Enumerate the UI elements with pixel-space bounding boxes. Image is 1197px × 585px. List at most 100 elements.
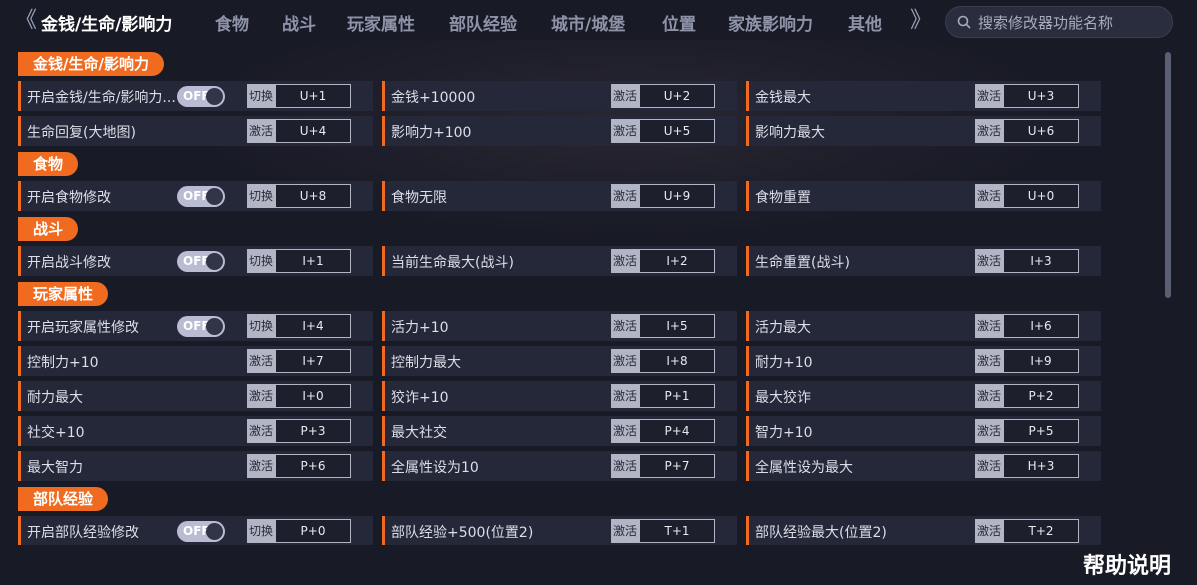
hotkey-field[interactable]: I+4	[275, 314, 351, 338]
hotkey-type-label: 切换	[247, 249, 275, 273]
hotkey-field[interactable]: P+6	[275, 454, 351, 478]
tab-position[interactable]: 位置	[662, 10, 696, 35]
hotkey-type-label: 激活	[611, 84, 639, 108]
hotkey-field[interactable]: U+4	[275, 119, 351, 143]
cheat-row: 全属性设为最大 激活 H+3	[746, 451, 1101, 481]
nav-right-arrow-icon[interactable]: 》	[905, 8, 932, 34]
toggle-knob	[206, 88, 223, 105]
search-box[interactable]	[945, 6, 1173, 38]
cheat-row: 活力+10 激活 I+5	[382, 311, 737, 341]
cheat-label: 控制力最大	[391, 355, 461, 371]
tab-family-influence[interactable]: 家族影响力	[728, 10, 813, 35]
cheat-row: 食物无限 激活 U+9	[382, 181, 737, 211]
hotkey-field[interactable]: I+8	[639, 349, 715, 373]
tab-player-attributes[interactable]: 玩家属性	[347, 10, 415, 35]
hotkey-field[interactable]: I+3	[1003, 249, 1079, 273]
cheat-label: 当前生命最大(战斗)	[391, 255, 514, 271]
toggle-switch[interactable]: OFF	[177, 521, 225, 542]
cheat-row: 金钱最大 激活 U+3	[746, 81, 1101, 111]
top-nav: 《 金钱/生命/影响力 食物 战斗 玩家属性 部队经验 城市/城堡 位置 家族影…	[0, 0, 1197, 44]
hotkey-field[interactable]: U+1	[275, 84, 351, 108]
cheat-label: 最大智力	[27, 460, 83, 476]
hotkey-type-label: 激活	[975, 314, 1003, 338]
cheat-row: 最大社交 激活 P+4	[382, 416, 737, 446]
cheat-label: 开启金钱/生命/影响力...	[27, 90, 176, 106]
hotkey-field[interactable]: T+2	[1003, 519, 1079, 543]
hotkey-type-label: 激活	[611, 249, 639, 273]
hotkey-field[interactable]: U+8	[275, 184, 351, 208]
hotkey-field[interactable]: I+2	[639, 249, 715, 273]
cheat-label: 最大社交	[391, 425, 447, 441]
hotkey-field[interactable]: P+3	[275, 419, 351, 443]
hotkey-type-label: 激活	[975, 519, 1003, 543]
cheat-row: 影响力+100 激活 U+5	[382, 116, 737, 146]
cheat-row: 耐力最大 激活 I+0	[18, 381, 373, 411]
hotkey-type-label: 激活	[975, 119, 1003, 143]
toggle-knob	[206, 188, 223, 205]
hotkey-field[interactable]: I+7	[275, 349, 351, 373]
cheat-label: 控制力+10	[27, 355, 99, 371]
hotkey-field[interactable]: H+3	[1003, 454, 1079, 478]
hotkey-field[interactable]: T+1	[639, 519, 715, 543]
hotkey-type-label: 激活	[247, 119, 275, 143]
toggle-switch[interactable]: OFF	[177, 86, 225, 107]
hotkey-type-label: 切换	[247, 519, 275, 543]
tab-troop-experience[interactable]: 部队经验	[449, 10, 517, 35]
cheat-label: 开启战斗修改	[27, 255, 111, 271]
hotkey-type-label: 切换	[247, 184, 275, 208]
hotkey-type-label: 切换	[247, 84, 275, 108]
hotkey-field[interactable]: P+0	[275, 519, 351, 543]
hotkey-type-label: 激活	[611, 519, 639, 543]
hotkey-field[interactable]: I+0	[275, 384, 351, 408]
hotkey-type-label: 激活	[611, 119, 639, 143]
tab-other[interactable]: 其他	[848, 10, 882, 35]
hotkey-field[interactable]: U+2	[639, 84, 715, 108]
cheat-row: 开启食物修改 OFF 切换 U+8	[18, 181, 373, 211]
nav-left-arrow-icon[interactable]: 《	[10, 8, 37, 34]
hotkey-field[interactable]: U+5	[639, 119, 715, 143]
hotkey-field[interactable]: I+6	[1003, 314, 1079, 338]
cheat-row: 活力最大 激活 I+6	[746, 311, 1101, 341]
cheat-row: 生命重置(战斗) 激活 I+3	[746, 246, 1101, 276]
tab-city-castle[interactable]: 城市/城堡	[551, 10, 625, 35]
cheat-row: 部队经验最大(位置2) 激活 T+2	[746, 516, 1101, 545]
tab-combat[interactable]: 战斗	[282, 10, 316, 35]
toggle-switch[interactable]: OFF	[177, 186, 225, 207]
hotkey-field[interactable]: I+1	[275, 249, 351, 273]
hotkey-field[interactable]: P+1	[639, 384, 715, 408]
hotkey-type-label: 激活	[611, 184, 639, 208]
hotkey-type-label: 激活	[247, 419, 275, 443]
help-button[interactable]: 帮助说明	[1083, 548, 1171, 580]
cheat-row: 控制力最大 激活 I+8	[382, 346, 737, 376]
search-icon	[957, 15, 971, 29]
hotkey-field[interactable]: I+9	[1003, 349, 1079, 373]
cheat-row: 社交+10 激活 P+3	[18, 416, 373, 446]
hotkey-type-label: 激活	[611, 314, 639, 338]
hotkey-field[interactable]: U+3	[1003, 84, 1079, 108]
cheat-label: 部队经验最大(位置2)	[755, 525, 887, 541]
tab-money-life-influence[interactable]: 金钱/生命/影响力	[41, 10, 172, 35]
cheat-label: 耐力+10	[755, 355, 813, 371]
toggle-switch[interactable]: OFF	[177, 316, 225, 337]
cheat-row: 控制力+10 激活 I+7	[18, 346, 373, 376]
cheat-list: 金钱/生命/影响力 开启金钱/生命/影响力... OFF 切换 U+1 金钱+10000 激…	[18, 50, 1158, 545]
search-input[interactable]	[978, 12, 1163, 34]
hotkey-field[interactable]: P+5	[1003, 419, 1079, 443]
hotkey-field[interactable]: P+4	[639, 419, 715, 443]
hotkey-field[interactable]: I+5	[639, 314, 715, 338]
scrollbar[interactable]	[1165, 52, 1171, 298]
hotkey-field[interactable]: P+7	[639, 454, 715, 478]
hotkey-field[interactable]: U+9	[639, 184, 715, 208]
cheat-label: 社交+10	[27, 425, 85, 441]
hotkey-field[interactable]: U+6	[1003, 119, 1079, 143]
cheat-label: 食物重置	[755, 190, 811, 206]
hotkey-field[interactable]: U+0	[1003, 184, 1079, 208]
hotkey-field[interactable]: P+2	[1003, 384, 1079, 408]
hotkey-type-label: 激活	[611, 349, 639, 373]
cheat-row: 全属性设为10 激活 P+7	[382, 451, 737, 481]
cheat-row: 食物重置 激活 U+0	[746, 181, 1101, 211]
tab-food[interactable]: 食物	[215, 10, 249, 35]
toggle-switch[interactable]: OFF	[177, 251, 225, 272]
section-header: 玩家属性	[18, 282, 109, 306]
cheat-label: 全属性设为最大	[755, 460, 853, 476]
